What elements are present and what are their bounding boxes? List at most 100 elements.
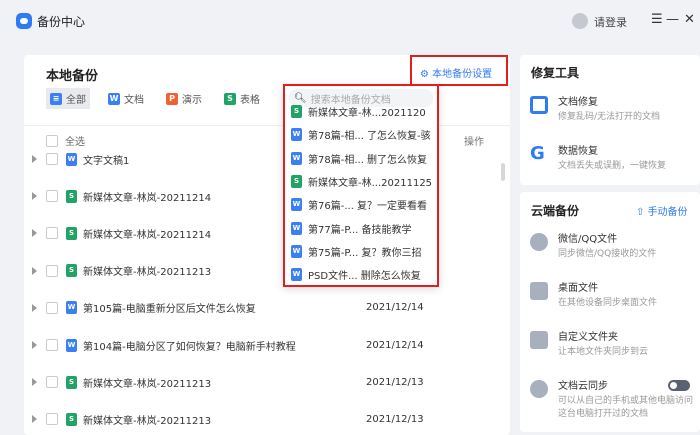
item-desc: 可以从自己的手机或其他电脑访问这台电脑打开过的文档: [558, 396, 694, 419]
file-name: PSD文件... 删除怎么恢复: [308, 271, 421, 283]
gear-icon: ⚙: [420, 69, 433, 80]
file-date: 2021/12/13: [366, 376, 424, 388]
expand-icon[interactable]: [32, 266, 37, 275]
search-dropdown: 🔍︎ 搜索本地备份文档 S 新媒体文章-林...2021120 W 第78篇-相... …: [283, 84, 439, 287]
dropdown-item[interactable]: W 第76篇-... 复？一定要看看: [285, 193, 437, 216]
local-backup-settings-button[interactable]: ⚙ 本地备份设置: [410, 55, 508, 86]
select-all-label: 全选: [65, 137, 85, 148]
file-name: 新媒体文章-林岚-20211214: [83, 229, 212, 241]
filter-tab[interactable]: W 文档: [104, 88, 148, 109]
filter-icon: W: [108, 92, 120, 105]
filter-icon: S: [224, 92, 236, 105]
cloud-item[interactable]: 桌面文件 在其他设备同步桌面文件: [530, 279, 693, 310]
filter-tab[interactable]: S 表格: [220, 88, 264, 109]
dropdown-item[interactable]: W PSD文件... 删除怎么恢复: [285, 263, 437, 285]
item-desc: 同步微信/QQ接收的文件: [558, 249, 657, 259]
menu-icon[interactable]: ☰: [651, 12, 663, 27]
dropdown-item[interactable]: W 第75篇-P... 复？教你三招: [285, 240, 437, 263]
doc-cloud-sync-toggle[interactable]: [668, 380, 690, 391]
recovery-icon: G: [530, 143, 545, 164]
wechat-qq-icon: [530, 233, 548, 251]
expand-icon[interactable]: [32, 415, 37, 424]
dropdown-item[interactable]: S 新媒体文章-林...2021120: [285, 100, 437, 123]
file-name: 第105篇-电脑重新分区后文件怎么恢复: [83, 304, 256, 316]
app-logo-icon: [16, 13, 32, 29]
item-title: 微信/QQ文件: [558, 234, 618, 245]
filter-icon: P: [166, 92, 178, 105]
dropdown-item[interactable]: W 第78篇-相... 删了怎么恢复: [285, 147, 437, 170]
dropdown-item[interactable]: S 新媒体文章-林...20211125: [285, 170, 437, 193]
file-name: 新媒体文章-林岚-20211213: [83, 267, 212, 279]
scrollbar[interactable]: [501, 163, 505, 181]
expand-icon[interactable]: [32, 229, 37, 238]
minimize-icon[interactable]: —: [666, 12, 679, 27]
file-date: 2021/12/14: [366, 302, 424, 314]
select-all[interactable]: 全选: [46, 133, 85, 148]
row-checkbox[interactable]: [46, 339, 58, 351]
item-desc: 修复乱码/无法打开的文档: [558, 112, 661, 122]
cloud-upload-icon: [530, 380, 548, 398]
expand-icon[interactable]: [32, 341, 37, 349]
data-recovery-item[interactable]: G 数据恢复 文档丢失或误删，一键恢复: [530, 142, 666, 173]
cloud-item[interactable]: 自定义文件夹 让本地文件夹同步到云: [530, 328, 693, 359]
file-icon: S: [66, 264, 77, 278]
file-icon: S: [66, 226, 77, 240]
cloud-backup-title: 云端备份: [531, 204, 580, 218]
dropdown-item[interactable]: W 第77篇-P... 备技能教学: [285, 216, 437, 239]
row-checkbox[interactable]: [46, 413, 58, 426]
doc-repair-item[interactable]: 文档修复修复乱码/无法打开的文档: [530, 93, 660, 124]
filter-tab[interactable]: ≡ 全部: [46, 88, 90, 109]
row-checkbox[interactable]: [46, 227, 58, 240]
table-row[interactable]: W 第105篇-电脑重新分区后文件怎么恢复 2021/12/14: [32, 298, 502, 318]
item-title: 自定义文件夹: [558, 332, 618, 343]
manual-backup-label: 手动备份: [647, 207, 688, 218]
settings-label: 本地备份设置: [432, 69, 493, 80]
file-icon: W: [66, 338, 77, 352]
filter-tab[interactable]: P 演示: [162, 88, 206, 109]
row-checkbox[interactable]: [46, 153, 58, 165]
file-name: 文字文稿1: [83, 155, 130, 167]
file-name: 第75篇-P... 复？教你三招: [308, 247, 422, 259]
filter-label: 表格: [240, 95, 260, 106]
file-icon: W: [291, 268, 302, 282]
cloud-item[interactable]: 微信/QQ文件同步微信/QQ接收的文件: [530, 230, 693, 261]
row-checkbox[interactable]: [46, 264, 58, 277]
desktop-icon: [530, 282, 548, 300]
login-link[interactable]: 请登录: [594, 14, 627, 30]
panel-title: 本地备份: [46, 69, 99, 84]
file-date: 2021/12/14: [366, 339, 424, 351]
file-name: 第76篇-... 复？一定要看看: [308, 201, 428, 213]
file-name: 新媒体文章-林...2021120: [308, 108, 426, 120]
item-title: 桌面文件: [558, 283, 598, 294]
item-title: 文档修复: [558, 97, 598, 108]
row-checkbox[interactable]: [46, 376, 58, 389]
item-desc: 文档丢失或误删，一键恢复: [558, 161, 667, 171]
file-icon: W: [291, 244, 302, 258]
file-name: 第78篇-相... 删了怎么恢复: [308, 154, 428, 166]
file-icon: W: [291, 128, 302, 142]
table-row[interactable]: W 第104篇-电脑分区了如何恢复？电脑新手村教程 2021/12/14: [32, 335, 502, 355]
close-icon[interactable]: ✕: [684, 12, 695, 27]
file-icon: S: [291, 105, 302, 119]
expand-icon[interactable]: [32, 303, 37, 312]
manual-backup-button[interactable]: ⇧ 手动备份: [636, 203, 688, 218]
row-checkbox[interactable]: [46, 301, 58, 314]
table-row[interactable]: S 新媒体文章-林岚-20211213 2021/12/13: [32, 409, 502, 429]
expand-icon[interactable]: [32, 192, 37, 201]
dropdown-item[interactable]: W 第78篇-相... 了怎么恢复-骇: [285, 123, 437, 146]
select-all-checkbox[interactable]: [46, 134, 58, 147]
repair-tools-title: 修复工具: [531, 66, 580, 80]
file-name: 第77篇-P... 备技能教学: [308, 224, 412, 236]
search-icon: 🔍︎: [294, 92, 307, 104]
table-row[interactable]: S 新媒体文章-林岚-20211213 2021/12/13: [32, 372, 502, 392]
filter-label: 文档: [124, 95, 144, 106]
file-icon: S: [291, 175, 302, 189]
expand-icon[interactable]: [32, 378, 37, 387]
expand-icon[interactable]: [32, 155, 37, 163]
file-name: 新媒体文章-林岚-20211213: [83, 415, 212, 427]
row-checkbox[interactable]: [46, 190, 58, 203]
file-icon: W: [291, 151, 302, 165]
cloud-backup-card: 云端备份 ⇧ 手动备份 微信/QQ文件同步微信/QQ接收的文件桌面文件 在其他设备…: [520, 192, 700, 432]
filter-label: 全部: [66, 95, 86, 106]
avatar-icon[interactable]: [572, 13, 588, 29]
